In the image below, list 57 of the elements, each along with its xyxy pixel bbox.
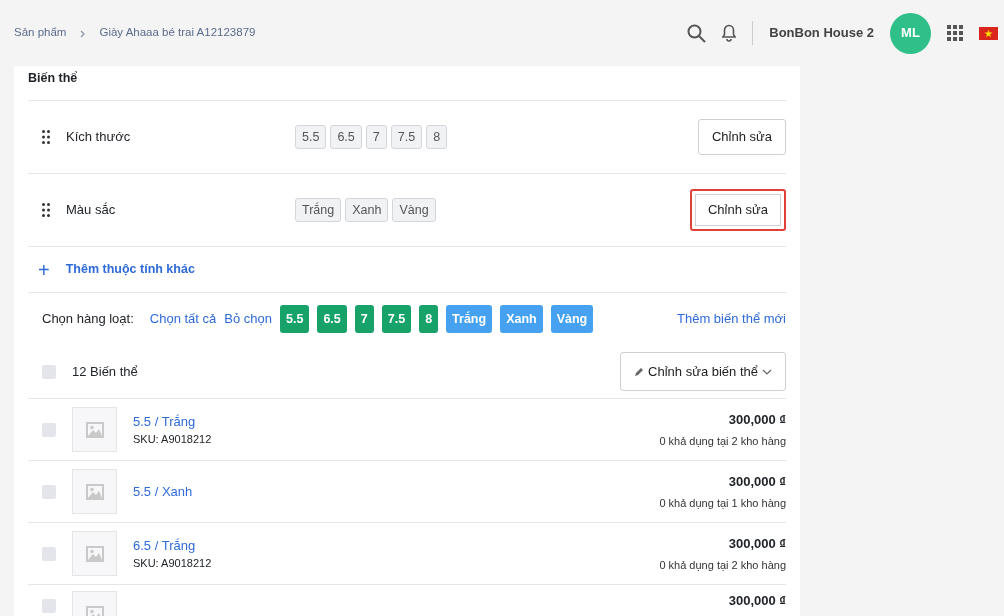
filter-chip[interactable]: 8 — [419, 304, 439, 334]
pencil-icon — [634, 366, 645, 377]
variant-price: 300,000 ₫ — [728, 472, 786, 491]
variant-price: 300,000 ₫ — [728, 592, 786, 610]
checkbox[interactable] — [42, 484, 56, 499]
store-name[interactable]: BonBon House 2 — [769, 23, 874, 43]
value-tag: Xanh — [345, 197, 389, 223]
chevron-down-icon — [762, 368, 772, 375]
drag-handle-icon[interactable] — [42, 203, 50, 217]
checkbox[interactable] — [42, 599, 56, 613]
filter-chip[interactable]: Vàng — [550, 304, 594, 334]
filter-chip[interactable]: 6.5 — [317, 304, 347, 334]
value-tag: Trắng — [295, 197, 342, 223]
deselect-link[interactable]: Bỏ chọn — [224, 309, 272, 329]
add-attribute-link[interactable]: Thêm thuộc tính khác — [65, 260, 195, 279]
variant-sku: SKU: A9018212 — [133, 432, 212, 447]
plus-icon: + — [38, 259, 50, 280]
variant-price: 300,000 ₫ — [728, 534, 786, 553]
breadcrumb-link[interactable]: Sản phẩm — [14, 24, 67, 42]
bulk-select-label: Chọn hàng loạt: — [42, 310, 134, 329]
value-tag: Vàng — [392, 197, 436, 223]
variant-name-link[interactable]: 6.5 / Trắng — [133, 535, 196, 555]
search-icon[interactable] — [687, 23, 707, 43]
value-tag: 5.5 — [295, 124, 327, 150]
breadcrumb-link[interactable]: Giày Ahaaa bé trai A12123879 — [99, 24, 256, 42]
stock-info: 0 khả dụng tại 2 kho hàng — [659, 558, 786, 573]
edit-variants-button[interactable]: Chỉnh sửa biến thể — [620, 351, 786, 392]
section-title: Biến thể — [28, 70, 79, 87]
apps-grid-icon[interactable] — [947, 25, 963, 41]
checkbox[interactable] — [42, 422, 56, 437]
stock-info: 0 khả dụng tại 2 kho hàng — [659, 434, 786, 449]
attribute-name: Kích thước — [66, 128, 132, 147]
variant-count: 12 Biến thể — [72, 362, 139, 381]
filter-chip[interactable]: 7 — [354, 304, 374, 334]
stock-info: 0 khả dụng tại 1 kho hàng — [659, 496, 786, 511]
select-all-link[interactable]: Chọn tất cả — [149, 309, 217, 329]
checkbox[interactable] — [42, 364, 56, 379]
value-tag: 7 — [365, 124, 387, 150]
value-tag: 8 — [426, 124, 448, 150]
checkbox[interactable] — [42, 546, 56, 561]
drag-handle-icon[interactable] — [42, 130, 50, 144]
value-tag: 6.5 — [330, 124, 362, 150]
filter-chip[interactable]: 7.5 — [381, 304, 412, 334]
variant-sku: SKU: A9018212 — [133, 556, 212, 571]
attribute-name: Màu sắc — [66, 201, 117, 220]
edit-button[interactable]: Chỉnh sửa — [698, 119, 786, 155]
add-variant-link[interactable]: Thêm biến thể mới — [677, 309, 786, 329]
edit-button[interactable]: Chỉnh sửa — [690, 189, 786, 231]
filter-chip[interactable]: Trắng — [446, 304, 493, 334]
flag-icon[interactable] — [979, 26, 998, 40]
bell-icon[interactable] — [722, 24, 737, 42]
filter-chip[interactable]: Xanh — [500, 304, 543, 334]
variant-name-link[interactable]: 5.5 / Trắng — [133, 411, 196, 431]
filter-chip[interactable]: 5.5 — [280, 304, 310, 334]
value-tag: 7.5 — [390, 124, 423, 150]
variant-price: 300,000 ₫ — [728, 410, 786, 429]
variant-name-link[interactable]: 5.5 / Xanh — [133, 481, 193, 502]
